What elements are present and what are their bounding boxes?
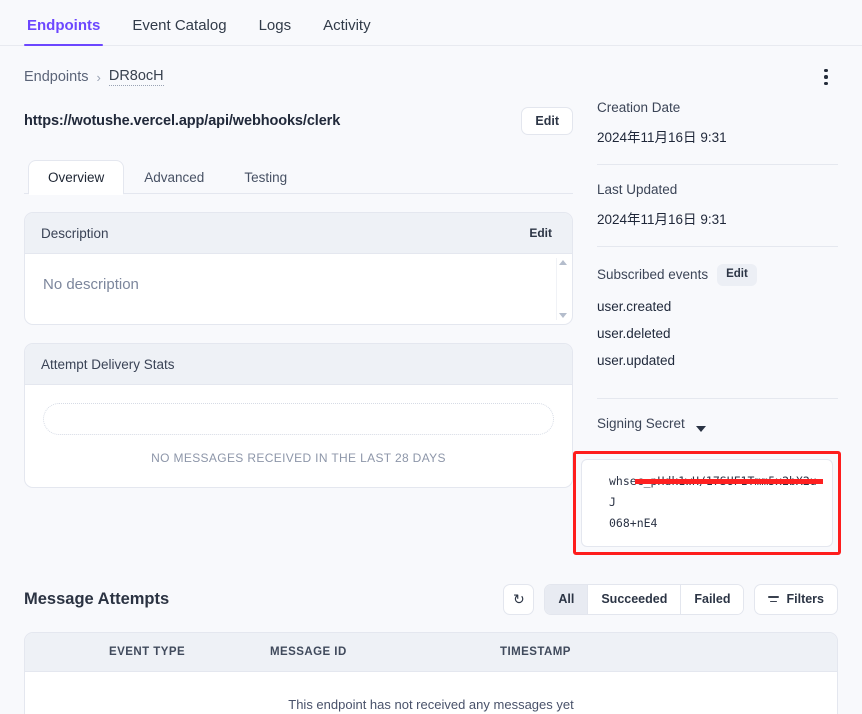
breadcrumb-separator-icon: › bbox=[96, 69, 101, 85]
message-attempts-controls: ↻ All Succeeded Failed Filters bbox=[503, 583, 838, 615]
edit-subscribed-events-button[interactable]: Edit bbox=[717, 264, 757, 286]
filter-failed[interactable]: Failed bbox=[681, 584, 744, 614]
edit-endpoint-button[interactable]: Edit bbox=[521, 106, 573, 136]
nav-tab-endpoints-label: Endpoints bbox=[27, 17, 101, 34]
column-header-timestamp: TIMESTAMP bbox=[500, 646, 571, 659]
stats-card-title: Attempt Delivery Stats bbox=[41, 356, 175, 372]
filter-succeeded[interactable]: Succeeded bbox=[588, 584, 682, 614]
refresh-icon[interactable]: ↻ bbox=[503, 583, 535, 615]
subscribed-events-block: Subscribed events Edit user.created user… bbox=[597, 264, 838, 398]
tab-testing[interactable]: Testing bbox=[224, 160, 307, 195]
creation-date-block: Creation Date 2024年11月16日 9:31 bbox=[597, 100, 838, 164]
endpoint-detail-page: Endpoints Event Catalog Logs Activity En… bbox=[0, 0, 862, 714]
edit-description-button[interactable]: Edit bbox=[525, 224, 556, 242]
filters-button[interactable]: Filters bbox=[754, 583, 838, 615]
description-scrollbar[interactable] bbox=[556, 258, 568, 320]
divider bbox=[597, 397, 838, 399]
last-updated-block: Last Updated 2024年11月16日 9:31 bbox=[597, 182, 838, 246]
signing-secret-label: Signing Secret bbox=[597, 415, 685, 431]
column-header-event-type: EVENT TYPE bbox=[109, 646, 186, 659]
redaction-strikethrough bbox=[635, 478, 823, 484]
list-item: user.created bbox=[597, 298, 672, 314]
tab-advanced[interactable]: Advanced bbox=[124, 160, 224, 195]
description-card-body: No description bbox=[25, 254, 572, 324]
nav-tab-activity[interactable]: Activity bbox=[320, 17, 374, 45]
signing-secret-block: Signing Secret whsec_pHdk1wH/17SUF1Tmm5x… bbox=[573, 416, 841, 556]
breadcrumb: Endpoints › DR8ocH bbox=[0, 46, 862, 90]
kebab-dot bbox=[824, 68, 828, 73]
nav-tab-event-catalog-label: Event Catalog bbox=[132, 17, 227, 34]
creation-date-value: 2024年11月16日 9:31 bbox=[597, 130, 727, 145]
signing-secret-value[interactable]: whsec_pHdk1wH/17SUF1Tmm5x2bX2uJ 068+nE4 bbox=[581, 458, 833, 548]
breadcrumb-root[interactable]: Endpoints bbox=[24, 69, 89, 85]
stats-card-header: Attempt Delivery Stats bbox=[25, 344, 572, 385]
list-item: user.updated bbox=[597, 352, 676, 368]
column-header-message-id: MESSAGE ID bbox=[270, 646, 347, 659]
subscribed-events-label: Subscribed events bbox=[597, 267, 709, 283]
endpoint-subtabs: Overview Advanced Testing bbox=[24, 156, 573, 195]
table-header-row: EVENT TYPE MESSAGE ID TIMESTAMP bbox=[25, 633, 837, 673]
divider bbox=[597, 246, 838, 247]
nav-tab-logs[interactable]: Logs bbox=[256, 17, 295, 45]
left-column: https://wotushe.vercel.app/api/webhooks/… bbox=[24, 90, 573, 555]
signing-secret-line-2: 068+nE4 bbox=[609, 516, 658, 531]
subscribed-events-header: Subscribed events Edit bbox=[597, 264, 838, 286]
chevron-down-icon[interactable] bbox=[695, 425, 706, 432]
stats-empty-bar bbox=[43, 403, 554, 435]
status-filter-segmented-control: All Succeeded Failed bbox=[544, 583, 745, 615]
nav-tab-logs-label: Logs bbox=[258, 17, 292, 34]
main-content: https://wotushe.vercel.app/api/webhooks/… bbox=[0, 90, 862, 556]
message-attempts-table: EVENT TYPE MESSAGE ID TIMESTAMP This end… bbox=[24, 632, 838, 714]
message-attempts-title: Message Attempts bbox=[24, 589, 170, 608]
kebab-dot bbox=[824, 81, 828, 86]
scroll-down-icon[interactable] bbox=[558, 313, 567, 318]
nav-tab-endpoints[interactable]: Endpoints bbox=[24, 17, 104, 46]
description-empty-text: No description bbox=[43, 276, 139, 293]
list-item: user.deleted bbox=[597, 325, 671, 341]
stats-empty-text: NO MESSAGES RECEIVED IN THE LAST 28 DAYS bbox=[151, 451, 446, 465]
last-updated-value: 2024年11月16日 9:31 bbox=[597, 212, 727, 227]
tab-overview[interactable]: Overview bbox=[28, 159, 125, 195]
divider bbox=[597, 164, 838, 165]
filters-button-label: Filters bbox=[786, 592, 824, 607]
right-column: Creation Date 2024年11月16日 9:31 Last Upda… bbox=[573, 90, 841, 556]
description-card-header: Description Edit bbox=[25, 213, 572, 254]
message-attempts-header: Message Attempts ↻ All Succeeded Failed … bbox=[0, 581, 862, 617]
signing-secret-header: Signing Secret bbox=[597, 416, 838, 442]
endpoint-url-row: https://wotushe.vercel.app/api/webhooks/… bbox=[24, 98, 573, 144]
kebab-dot bbox=[824, 75, 828, 79]
signing-secret-highlight-box: whsec_pHdk1wH/17SUF1Tmm5x2bX2uJ 068+nE4 bbox=[573, 450, 841, 556]
table-empty-state: This endpoint has not received any messa… bbox=[288, 696, 574, 712]
breadcrumb-current[interactable]: DR8ocH bbox=[108, 68, 164, 86]
more-options-icon[interactable] bbox=[814, 65, 838, 89]
nav-tab-activity-label: Activity bbox=[323, 17, 371, 34]
filter-icon bbox=[768, 596, 780, 603]
last-updated-label: Last Updated bbox=[597, 182, 678, 197]
scroll-up-icon[interactable] bbox=[558, 260, 567, 265]
filter-all[interactable]: All bbox=[545, 584, 589, 614]
primary-nav: Endpoints Event Catalog Logs Activity bbox=[0, 0, 862, 46]
stats-card-body: NO MESSAGES RECEIVED IN THE LAST 28 DAYS bbox=[25, 385, 572, 487]
creation-date-label: Creation Date bbox=[597, 100, 681, 115]
attempt-delivery-stats-card: Attempt Delivery Stats NO MESSAGES RECEI… bbox=[24, 343, 573, 488]
nav-tab-event-catalog[interactable]: Event Catalog bbox=[129, 17, 229, 45]
endpoint-url: https://wotushe.vercel.app/api/webhooks/… bbox=[24, 113, 341, 129]
description-card-title: Description bbox=[41, 225, 109, 241]
description-card: Description Edit No description bbox=[24, 212, 573, 325]
